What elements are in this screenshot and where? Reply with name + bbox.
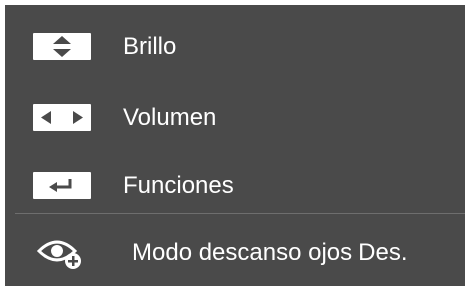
osd-menu-panel: Brillo Volumen Funciones Modo descanso o…: [5, 5, 465, 286]
menu-divider: [15, 213, 465, 214]
eye-saver-label-group: Modo descanso ojos Des.: [132, 239, 408, 267]
eye-saver-mode-row[interactable]: Modo descanso ojos Des.: [5, 229, 465, 279]
enter-return-icon: [33, 172, 91, 199]
menu-item-functions[interactable]: Funciones: [5, 162, 465, 210]
eye-saver-icon: [35, 235, 85, 271]
menu-item-volume[interactable]: Volumen: [5, 94, 465, 142]
menu-item-label: Volumen: [123, 104, 217, 131]
up-down-arrows-icon: [33, 33, 91, 60]
menu-item-label: Brillo: [123, 33, 177, 60]
eye-saver-label: Modo descanso ojos: [132, 239, 353, 266]
menu-item-label: Funciones: [123, 172, 234, 199]
left-right-arrows-icon: [33, 104, 91, 131]
menu-item-brightness[interactable]: Brillo: [5, 23, 465, 71]
eye-saver-value: Des.: [358, 239, 408, 266]
